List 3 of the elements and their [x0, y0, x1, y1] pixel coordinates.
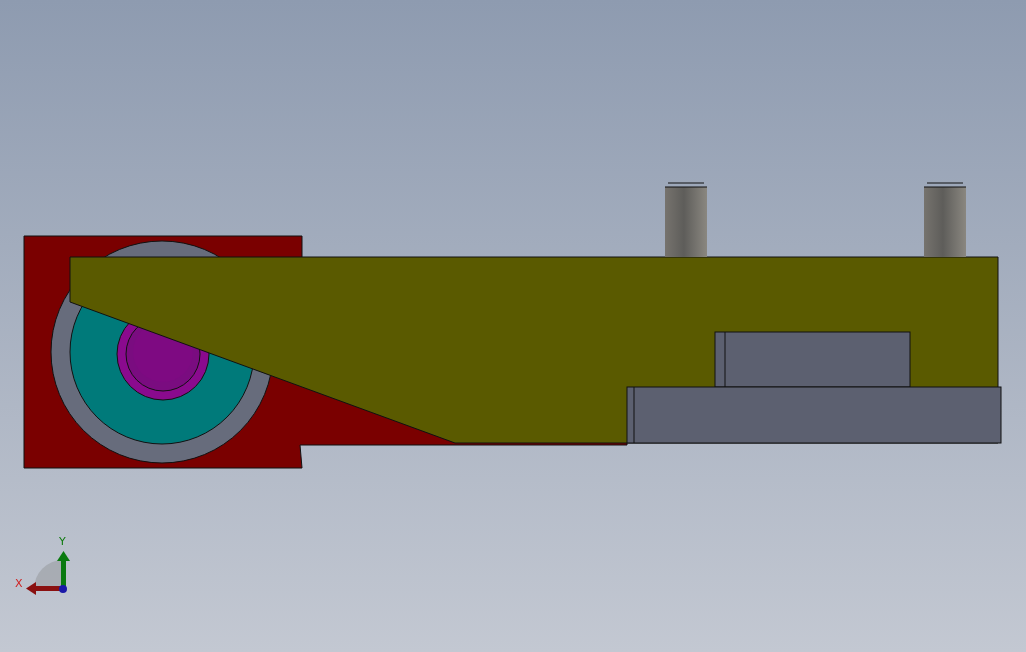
axis-triad-drawing	[26, 551, 70, 595]
x-axis-label: X	[15, 577, 23, 590]
y-axis-label: Y	[59, 535, 66, 548]
